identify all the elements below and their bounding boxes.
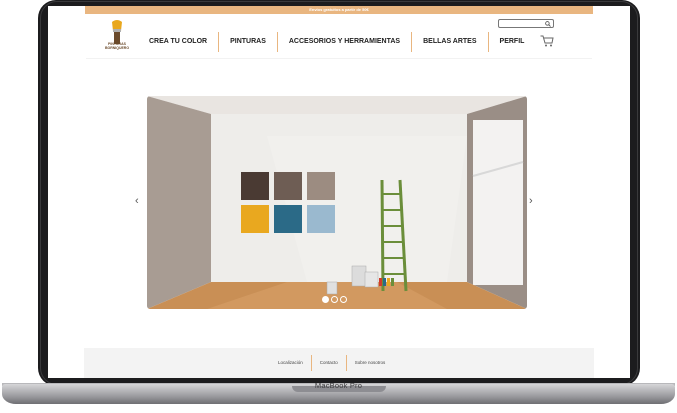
nav-item-crea-tu-color[interactable]: CREA TU COLOR (138, 32, 220, 52)
nav-item-pinturas[interactable]: PINTURAS (219, 32, 278, 52)
color-swatch (241, 172, 269, 200)
search-input[interactable] (501, 20, 545, 27)
logo-text-line2: BORNIQUERO (104, 46, 130, 50)
footer-link-localizacion[interactable]: Localización (270, 355, 312, 371)
main-nav: CREA TU COLOR PINTURAS ACCESORIOS Y HERR… (138, 32, 535, 52)
footer-link-contacto[interactable]: Contacto (312, 355, 347, 371)
logo-text: PINTURAS BORNIQUERO (102, 42, 132, 50)
slider-dot-3[interactable] (340, 296, 347, 303)
search-box (498, 19, 554, 28)
color-swatch (274, 172, 302, 200)
slider-next-button[interactable]: › (529, 195, 533, 207)
color-swatch (241, 205, 269, 233)
hero-room-illustration (147, 96, 527, 309)
slider-dots (322, 296, 347, 303)
slider-dot-1[interactable] (322, 296, 329, 303)
hero-slide[interactable] (147, 96, 527, 309)
color-swatch (307, 172, 335, 200)
nav-item-perfil[interactable]: PERFIL (489, 32, 536, 52)
color-swatch (307, 205, 335, 233)
slider-dot-2[interactable] (331, 296, 338, 303)
device-model-label: MacBook Pro (314, 381, 363, 390)
footer-link-sobre-nosotros[interactable]: Sobre nosotros (347, 355, 394, 371)
screen: Envíos gratuitos a partir de 50€ PINTURA… (48, 6, 630, 378)
slider-prev-button[interactable]: ‹ (135, 195, 139, 207)
promo-bar: Envíos gratuitos a partir de 50€ (85, 6, 593, 14)
search-icon[interactable] (545, 21, 551, 27)
cart-icon[interactable] (540, 35, 554, 47)
footer-links: Localización Contacto Sobre nosotros (270, 355, 393, 371)
nav-item-bellas-artes[interactable]: BELLAS ARTES (412, 32, 489, 52)
color-swatch (274, 205, 302, 233)
nav-item-accesorios[interactable]: ACCESORIOS Y HERRAMIENTAS (278, 32, 413, 52)
header-divider (86, 58, 592, 59)
